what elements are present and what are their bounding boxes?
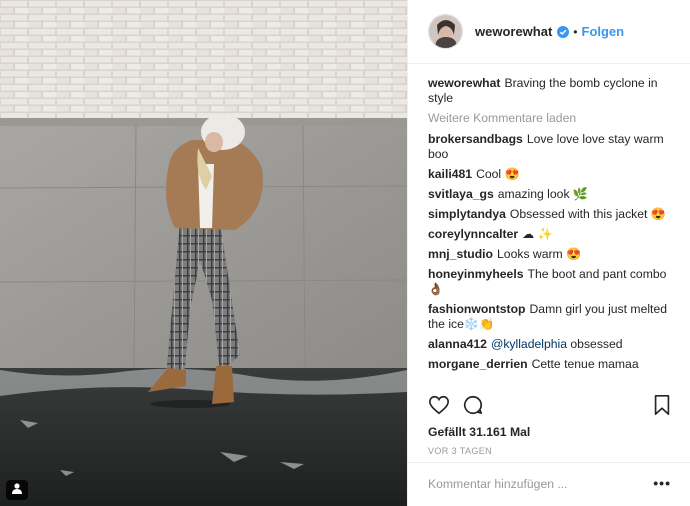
comment-item: alanna412 @kylladelphia obsessed <box>428 337 676 352</box>
comment-item: honeyinmyheels The boot and pant combo 👌🏾 <box>428 267 676 297</box>
comment-text: amazing look 🌿 <box>497 187 589 201</box>
post-side-panel: weworewhat • Folgen weworewhat Braving th… <box>407 0 690 506</box>
post-timestamp[interactable]: VOR 3 TAGEN <box>428 446 492 456</box>
more-options-button[interactable]: ••• <box>653 475 671 491</box>
comment-item: mnj_studio Looks warm 😍 <box>428 247 676 262</box>
caption: weworewhat Braving the bomb cyclone in st… <box>428 76 676 106</box>
caption-username[interactable]: weworewhat <box>428 76 500 90</box>
comment-input[interactable] <box>428 477 638 491</box>
comment-item: brokersandbags Love love love stay warm b… <box>428 132 676 162</box>
bookmark-icon[interactable] <box>652 394 672 421</box>
comment-item: svitlaya_gs amazing look 🌿 <box>428 187 676 202</box>
comments-list[interactable]: weworewhat Braving the bomb cyclone in st… <box>428 64 676 386</box>
header-username[interactable]: weworewhat <box>475 24 552 39</box>
comment-username[interactable]: coreylynncalter <box>428 227 518 241</box>
comment-item: kaili481 Cool 😍 <box>428 167 676 182</box>
comment-username[interactable]: mnj_studio <box>428 247 493 261</box>
add-comment-bar: ••• <box>408 462 690 506</box>
comment-username[interactable]: brokersandbags <box>428 132 523 146</box>
comment-username[interactable]: kaili481 <box>428 167 472 181</box>
comment-username[interactable]: simplytandya <box>428 207 506 221</box>
follow-button[interactable]: Folgen <box>582 24 625 39</box>
separator-dot: • <box>573 24 578 39</box>
avatar[interactable] <box>428 14 463 49</box>
tagged-people-button[interactable] <box>6 480 28 500</box>
comment-item: fashionwontstop Damn girl you just melted… <box>428 302 676 332</box>
load-more-comments-link[interactable]: Weitere Kommentare laden <box>428 111 676 126</box>
comment-item: coreylynncalter ☁ ✨ <box>428 227 676 242</box>
comment-username[interactable]: honeyinmyheels <box>428 267 524 281</box>
like-count[interactable]: Gefällt 31.161 Mal <box>428 425 530 439</box>
comment-text: Obsessed with this jacket 😍 <box>509 207 666 221</box>
post-image <box>0 0 407 506</box>
post-photo[interactable] <box>0 0 407 506</box>
comment-item: morgane_derrien Cette tenue mamaa <box>428 357 676 372</box>
action-bar <box>408 386 690 426</box>
comment-text: Cette tenue mamaa <box>531 357 639 371</box>
comment-text: Cool 😍 <box>476 167 520 181</box>
comment-username[interactable]: svitlaya_gs <box>428 187 494 201</box>
comment-username[interactable]: alanna412 <box>428 337 487 351</box>
heart-icon[interactable] <box>428 394 450 421</box>
comment-text: ☁ ✨ <box>522 227 553 241</box>
comment-text: obsessed <box>567 337 623 351</box>
comment-text: Looks warm 😍 <box>497 247 582 261</box>
post-header: weworewhat • Folgen <box>408 0 690 64</box>
comment-bubble-icon[interactable] <box>462 394 484 421</box>
verified-badge-icon <box>557 25 570 38</box>
comment-username[interactable]: fashionwontstop <box>428 302 526 316</box>
person-tag-icon <box>11 481 23 499</box>
comment-mention[interactable]: @kylladelphia <box>491 337 567 351</box>
comment-username[interactable]: morgane_derrien <box>428 357 528 371</box>
comment-item: simplytandya Obsessed with this jacket 😍 <box>428 207 676 222</box>
